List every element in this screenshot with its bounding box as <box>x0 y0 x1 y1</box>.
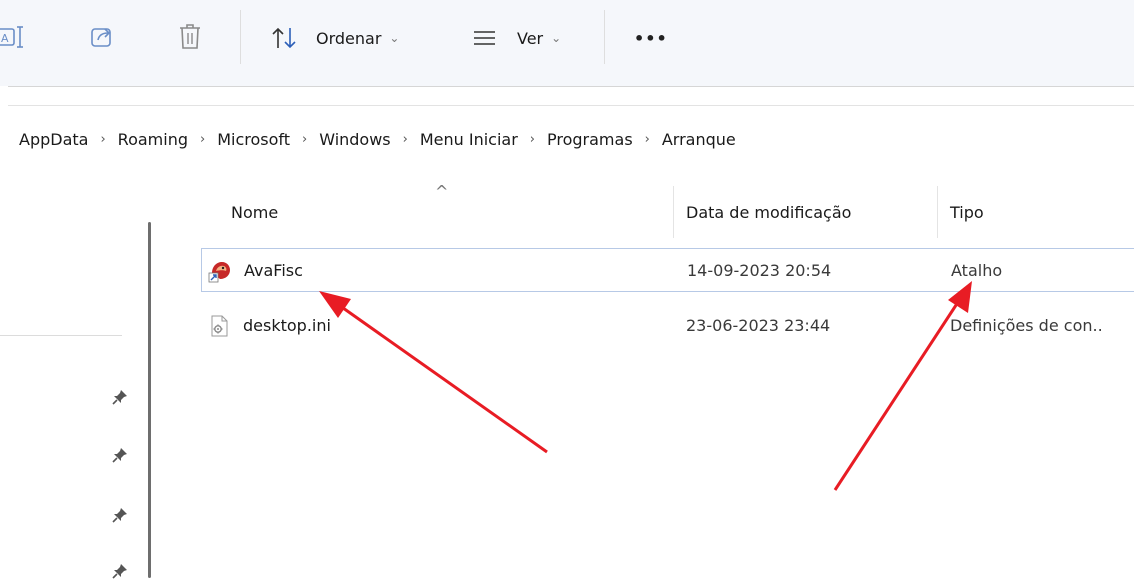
view-button[interactable]: Ver ⌄ <box>473 26 561 50</box>
column-header-name[interactable]: Nome <box>231 186 278 238</box>
file-date: 23-06-2023 23:44 <box>686 315 831 335</box>
breadcrumb-item-windows[interactable]: Windows <box>319 130 390 149</box>
column-header-type[interactable]: Tipo <box>950 186 984 238</box>
sort-icon <box>270 26 300 50</box>
breadcrumb-item-menu-iniciar[interactable]: Menu Iniciar <box>420 130 518 149</box>
column-header-date[interactable]: Data de modificação <box>686 186 851 238</box>
sort-label: Ordenar <box>316 28 382 48</box>
shortcut-app-icon <box>208 262 230 283</box>
settings-file-icon <box>211 315 228 337</box>
pin-icon[interactable] <box>111 446 129 464</box>
sort-button[interactable]: Ordenar ⌄ <box>270 26 399 50</box>
file-date: 14-09-2023 20:54 <box>687 260 832 280</box>
command-bar: A Ordenar ⌄ Ver ⌄ ••• <box>0 0 1134 86</box>
delete-icon[interactable] <box>178 23 202 51</box>
breadcrumb-item-microsoft[interactable]: Microsoft <box>217 130 290 149</box>
breadcrumb-item-programas[interactable]: Programas <box>547 130 633 149</box>
pin-icon[interactable] <box>111 506 129 524</box>
breadcrumb-separator: › <box>529 131 535 147</box>
rename-icon[interactable]: A <box>0 26 32 50</box>
breadcrumb-item-appdata[interactable]: AppData <box>19 130 88 149</box>
chevron-down-icon: ⌄ <box>551 31 562 45</box>
svg-text:A: A <box>1 32 9 45</box>
column-divider[interactable] <box>673 186 674 238</box>
breadcrumb: AppData › Roaming › Microsoft › Windows … <box>19 124 736 154</box>
breadcrumb-item-arranque[interactable]: Arranque <box>662 130 736 149</box>
breadcrumb-separator: › <box>402 131 408 147</box>
pin-icon[interactable] <box>111 388 129 406</box>
view-label: Ver <box>517 28 544 48</box>
chevron-down-icon: ⌄ <box>389 31 400 45</box>
file-row-avafisc[interactable]: AvaFisc 14-09-2023 20:54 Atalho <box>201 248 1134 292</box>
breadcrumb-separator: › <box>644 131 650 147</box>
file-name: desktop.ini <box>243 315 331 335</box>
toolbar-separator <box>604 10 605 64</box>
share-icon[interactable] <box>90 25 116 49</box>
nav-pane-scrollbar[interactable] <box>148 222 151 578</box>
view-icon <box>473 28 497 48</box>
pin-icon[interactable] <box>111 562 129 580</box>
nav-pane-divider <box>0 335 122 336</box>
column-divider[interactable] <box>937 186 938 238</box>
sort-ascending-icon: ^ <box>435 182 449 201</box>
file-type: Definições de con.. <box>950 315 1103 335</box>
toolbar-separator <box>240 10 241 64</box>
file-type: Atalho <box>951 260 1003 280</box>
more-options-button[interactable]: ••• <box>634 26 668 50</box>
toolbar-divider <box>8 86 1134 87</box>
file-name: AvaFisc <box>244 260 303 280</box>
breadcrumb-separator: › <box>200 131 206 147</box>
file-row-desktop-ini[interactable]: desktop.ini 23-06-2023 23:44 Definições … <box>201 304 1134 348</box>
column-header-row: ^ Nome Data de modificação Tipo <box>170 182 1134 238</box>
breadcrumb-separator: › <box>302 131 308 147</box>
breadcrumb-item-roaming[interactable]: Roaming <box>118 130 188 149</box>
breadcrumb-separator: › <box>100 131 106 147</box>
address-divider <box>8 105 1134 106</box>
